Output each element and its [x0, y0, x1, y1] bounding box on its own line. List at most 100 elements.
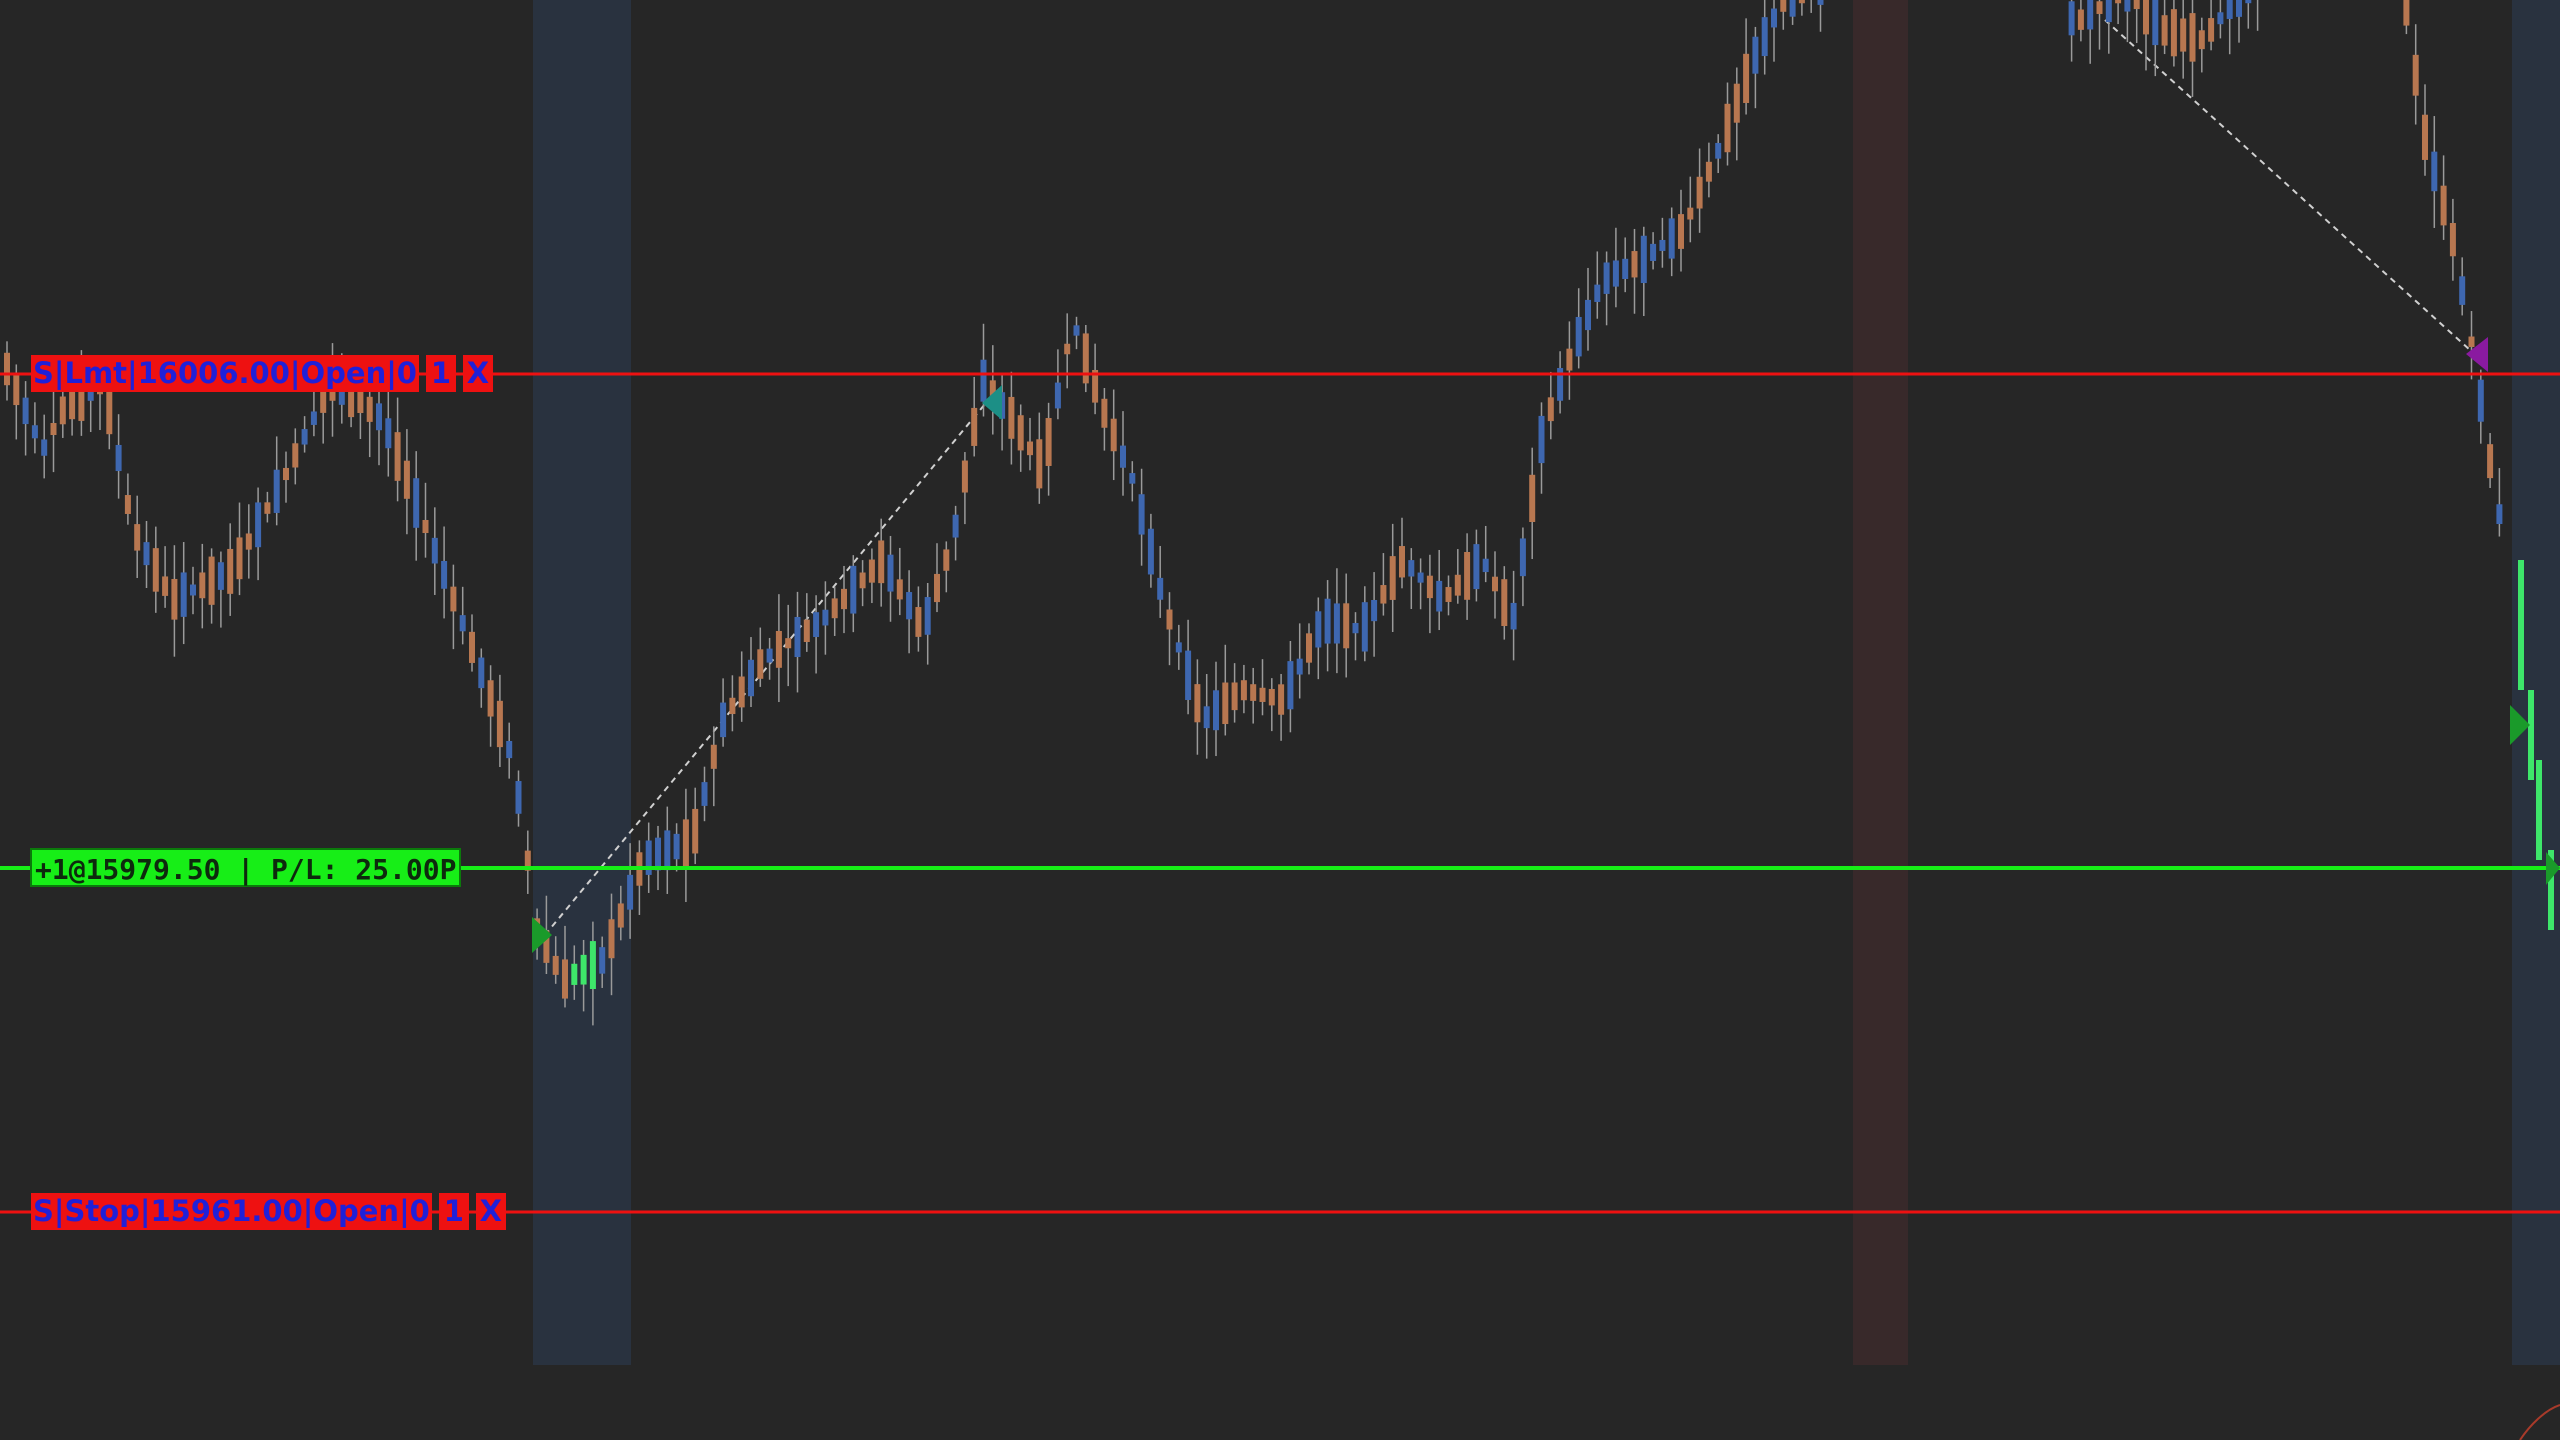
position-label[interactable]: +1@15979.50 | P/L: 25.00P	[30, 848, 462, 887]
candle-body	[357, 390, 364, 414]
candle-body	[924, 597, 931, 635]
candle-body	[301, 429, 308, 445]
candle-body	[1510, 602, 1517, 630]
candle-body	[171, 578, 178, 620]
candle-body	[1017, 415, 1024, 451]
stop-order-qty[interactable]: 1	[438, 1193, 469, 1230]
candle-body	[1054, 382, 1061, 409]
candle-body	[2459, 276, 2466, 305]
candle-body	[1612, 260, 1619, 287]
candle-body	[859, 572, 866, 589]
candle-body	[1008, 396, 1015, 439]
candle-body	[2198, 30, 2205, 50]
candle-body	[961, 460, 968, 493]
candle-body	[785, 638, 792, 649]
candle-body	[1110, 418, 1117, 452]
candle-body	[2161, 15, 2168, 46]
candle-body	[385, 418, 392, 449]
candle-body	[310, 411, 317, 425]
candle-body	[794, 616, 801, 658]
limit-order-text[interactable]: S|Lmt|16006.00|Open|0	[31, 355, 419, 392]
candle-body	[152, 548, 159, 592]
candle-body	[283, 467, 289, 481]
candle-body	[1501, 579, 1508, 627]
candle-body	[1761, 17, 1768, 57]
candle-body	[589, 941, 596, 990]
candle-body	[1575, 316, 1582, 357]
candle-body	[2403, 0, 2410, 26]
candle-body	[1380, 585, 1387, 604]
candle-body	[1157, 577, 1164, 600]
candle-body	[841, 588, 847, 610]
candle-body	[2143, 0, 2149, 35]
candle-body	[422, 519, 429, 534]
candle-body	[2412, 54, 2419, 96]
candle-body	[199, 572, 206, 599]
candle-body	[1203, 706, 1210, 729]
stop-order-cancel-button[interactable]: X	[475, 1193, 506, 1230]
candle-body	[124, 495, 131, 514]
candle-body	[2528, 690, 2534, 780]
candle-body	[580, 954, 587, 985]
candle-body	[264, 502, 271, 514]
candle-body	[41, 439, 48, 456]
candle-body	[2189, 13, 2196, 62]
limit-order-cancel-button[interactable]: X	[462, 355, 493, 392]
candle-body	[943, 549, 950, 571]
candle-body	[450, 586, 457, 612]
candle-body	[1771, 8, 1777, 28]
candle-body	[2133, 0, 2140, 10]
candle-body	[431, 537, 438, 564]
candle-body	[245, 533, 252, 550]
candle-body	[1752, 36, 1759, 74]
candle-body	[2115, 0, 2122, 4]
candle-body	[748, 659, 754, 697]
candle-body	[655, 837, 661, 871]
candle-body	[1417, 572, 1424, 583]
candle-body	[394, 432, 401, 481]
candle-body	[1120, 445, 1126, 468]
candle-body	[143, 542, 150, 566]
candle-body	[506, 740, 513, 759]
candle-body	[952, 514, 959, 538]
candle-body	[2170, 9, 2177, 57]
candle-body	[134, 524, 141, 551]
candle-body	[1640, 235, 1647, 284]
chart-area[interactable]: S|Lmt|16006.00|Open|0 1 X +1@15979.50 | …	[0, 0, 2560, 1440]
candle-body	[515, 781, 522, 814]
candle-body	[682, 819, 689, 867]
candle-body	[1147, 528, 1154, 575]
candle-body	[208, 556, 215, 605]
candle-body	[1650, 243, 1657, 261]
candle-body	[2487, 444, 2494, 479]
stop-order-text[interactable]: S|Stop|15961.00|Open|0	[31, 1193, 432, 1230]
candle-body	[469, 631, 475, 663]
candle-body	[1659, 239, 1666, 251]
session-band-blue	[533, 0, 631, 1365]
candle-body	[2068, 1, 2075, 36]
candle-body	[2096, 1, 2103, 14]
candle-body	[1194, 684, 1201, 723]
candle-body	[1566, 348, 1573, 371]
candle-body	[227, 548, 234, 594]
candle-body	[1482, 558, 1489, 573]
candle-body	[1780, 0, 1787, 12]
candle-body	[1361, 602, 1368, 652]
limit-order-label[interactable]: S|Lmt|16006.00|Open|0 1 X	[31, 355, 493, 392]
stop-order-label[interactable]: S|Stop|15961.00|Open|0 1 X	[31, 1193, 506, 1230]
candle-body	[896, 579, 903, 600]
candle-body	[1594, 284, 1601, 302]
limit-order-qty[interactable]: 1	[425, 355, 456, 392]
candle-body	[1426, 575, 1433, 599]
candle-body	[1250, 684, 1257, 701]
candle-body	[2431, 151, 2438, 192]
candle-body	[1668, 218, 1675, 259]
candle-body	[236, 537, 243, 580]
candle-body	[1166, 609, 1173, 630]
candle-body	[1603, 262, 1610, 294]
candle-body	[906, 592, 913, 620]
candle-body	[2449, 223, 2456, 257]
candle-body	[608, 919, 615, 959]
candle-body	[1798, 0, 1805, 4]
candle-body	[1622, 258, 1629, 279]
